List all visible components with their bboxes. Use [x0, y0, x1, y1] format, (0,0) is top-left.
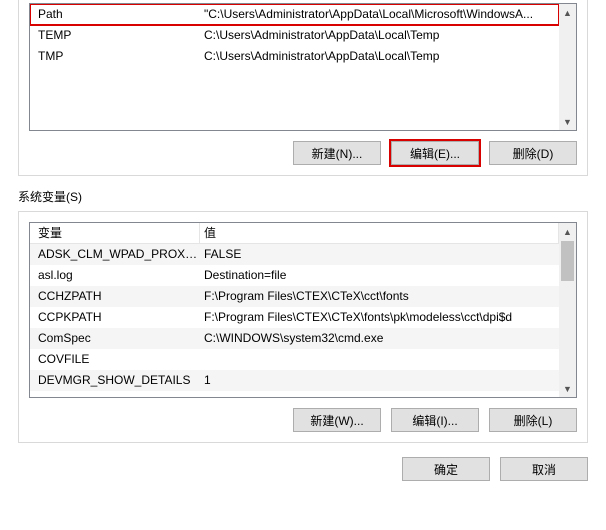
- chevron-up-icon[interactable]: ▲: [559, 223, 576, 240]
- var-name: ADSK_CLM_WPAD_PROXY...: [30, 244, 200, 265]
- scrollbar-thumb[interactable]: [561, 241, 574, 281]
- var-value: C:\WINDOWS\system32\cmd.exe: [200, 328, 559, 349]
- new-button[interactable]: 新建(N)...: [293, 141, 381, 165]
- edit-button[interactable]: 编辑(I)...: [391, 408, 479, 432]
- user-vars-list[interactable]: Path "C:\Users\Administrator\AppData\Loc…: [29, 3, 577, 131]
- table-row[interactable]: Path "C:\Users\Administrator\AppData\Loc…: [30, 4, 559, 25]
- var-value: FALSE: [200, 244, 559, 265]
- var-name: CCHZPATH: [30, 286, 200, 307]
- var-value: F:\Program Files\CTEX\CTeX\cct\fonts: [200, 286, 559, 307]
- system-vars-list[interactable]: 变量 值 ADSK_CLM_WPAD_PROXY... FALSE asl.lo…: [29, 222, 577, 398]
- user-vars-panel: Path "C:\Users\Administrator\AppData\Loc…: [18, 0, 588, 176]
- system-vars-buttons: 新建(W)... 编辑(I)... 删除(L): [29, 408, 577, 432]
- table-header[interactable]: 变量 值: [30, 223, 559, 244]
- scrollbar[interactable]: ▲ ▼: [559, 223, 576, 397]
- delete-button[interactable]: 删除(D): [489, 141, 577, 165]
- var-value: F:\Program Files\CTEX\CTeX\fonts\pk\mode…: [200, 307, 559, 328]
- table-row[interactable]: DEVMGR_SHOW_DETAILS 1: [30, 370, 559, 391]
- system-vars-label: 系统变量(S): [18, 188, 606, 205]
- new-button[interactable]: 新建(W)...: [293, 408, 381, 432]
- var-name: CCPKPATH: [30, 307, 200, 328]
- var-name: DEVMGR_SHOW_DETAILS: [30, 370, 200, 391]
- var-value: Destination=file: [200, 265, 559, 286]
- var-name: asl.log: [30, 265, 200, 286]
- chevron-up-icon[interactable]: ▲: [559, 4, 576, 21]
- table-row[interactable]: CCHZPATH F:\Program Files\CTEX\CTeX\cct\…: [30, 286, 559, 307]
- var-value: "C:\Users\Administrator\AppData\Local\Mi…: [200, 4, 559, 25]
- col-variable[interactable]: 变量: [30, 223, 200, 243]
- cancel-button[interactable]: 取消: [500, 457, 588, 481]
- table-row[interactable]: asl.log Destination=file: [30, 265, 559, 286]
- var-name: TEMP: [30, 25, 200, 46]
- var-value: C:\Users\Administrator\AppData\Local\Tem…: [200, 46, 559, 67]
- scrollbar[interactable]: ▲ ▼: [559, 4, 576, 130]
- table-row[interactable]: TMP C:\Users\Administrator\AppData\Local…: [30, 46, 559, 67]
- var-name: Path: [30, 4, 200, 25]
- var-name: ComSpec: [30, 328, 200, 349]
- var-value: [200, 349, 559, 370]
- edit-button[interactable]: 编辑(E)...: [391, 141, 479, 165]
- var-name: COVFILE: [30, 349, 200, 370]
- table-row[interactable]: COVFILE: [30, 349, 559, 370]
- table-row[interactable]: CCPKPATH F:\Program Files\CTEX\CTeX\font…: [30, 307, 559, 328]
- system-vars-panel: 变量 值 ADSK_CLM_WPAD_PROXY... FALSE asl.lo…: [18, 211, 588, 443]
- user-vars-buttons: 新建(N)... 编辑(E)... 删除(D): [29, 141, 577, 165]
- var-value: 1: [200, 370, 559, 391]
- delete-button[interactable]: 删除(L): [489, 408, 577, 432]
- chevron-down-icon[interactable]: ▼: [559, 113, 576, 130]
- table-row[interactable]: ADSK_CLM_WPAD_PROXY... FALSE: [30, 244, 559, 265]
- col-value[interactable]: 值: [200, 223, 559, 243]
- table-row[interactable]: ComSpec C:\WINDOWS\system32\cmd.exe: [30, 328, 559, 349]
- table-row[interactable]: TEMP C:\Users\Administrator\AppData\Loca…: [30, 25, 559, 46]
- chevron-down-icon[interactable]: ▼: [559, 380, 576, 397]
- dialog-buttons: 确定 取消: [18, 457, 588, 481]
- ok-button[interactable]: 确定: [402, 457, 490, 481]
- var-value: C:\Users\Administrator\AppData\Local\Tem…: [200, 25, 559, 46]
- var-name: TMP: [30, 46, 200, 67]
